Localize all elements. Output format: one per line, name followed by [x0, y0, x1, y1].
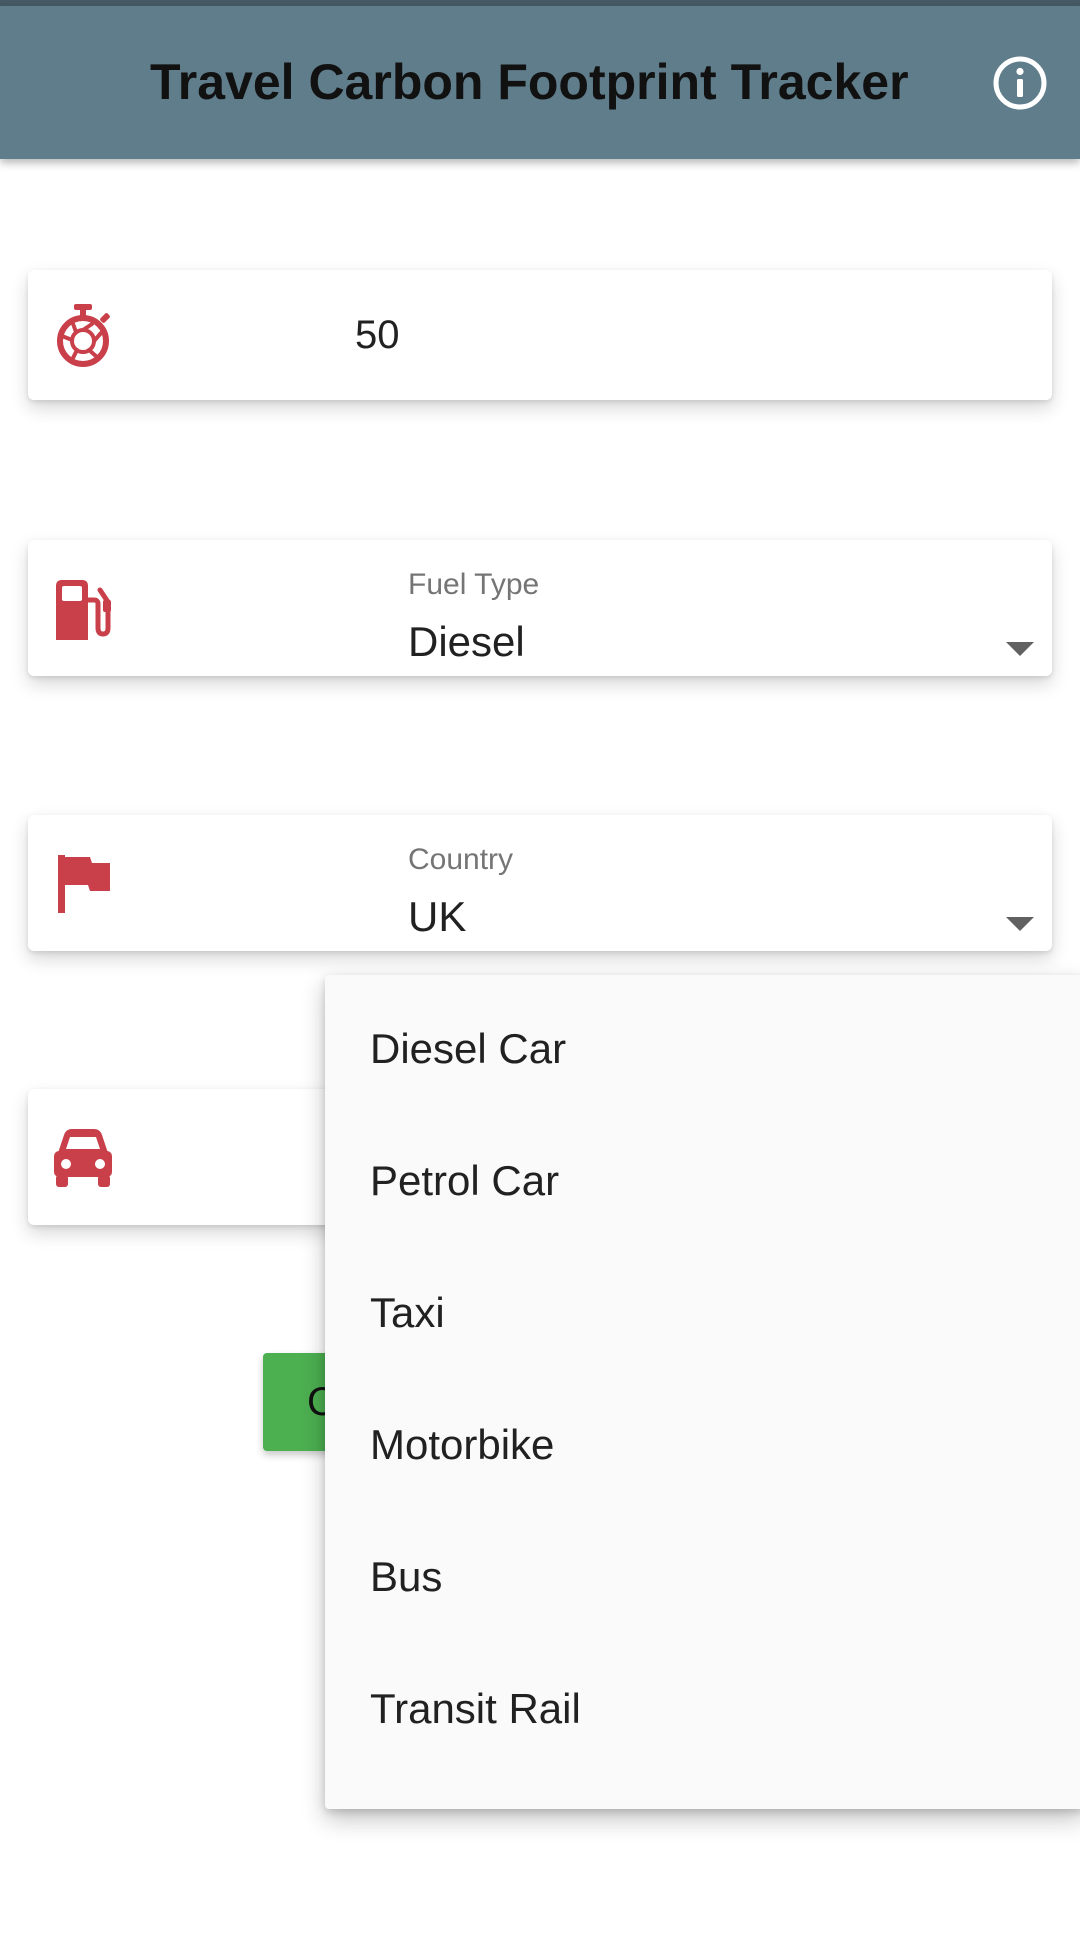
fuel-type-label: Fuel Type	[408, 568, 540, 601]
car-icon	[50, 1125, 116, 1191]
flag-icon	[50, 851, 116, 917]
fuel-type-select[interactable]: Fuel Type Diesel	[28, 540, 1052, 676]
menu-item-petrol-car[interactable]: Petrol Car	[325, 1115, 1080, 1247]
menu-item-diesel-car[interactable]: Diesel Car	[325, 983, 1080, 1115]
chevron-down-icon	[1006, 642, 1034, 656]
fuel-type-value: Diesel	[408, 618, 525, 665]
menu-item-taxi[interactable]: Taxi	[325, 1247, 1080, 1379]
vehicle-type-menu: Diesel Car Petrol Car Taxi Motorbike Bus…	[325, 975, 1080, 1809]
stopwatch-icon	[50, 302, 116, 368]
distance-field[interactable]: 50	[28, 270, 1052, 400]
info-icon[interactable]	[992, 55, 1048, 111]
menu-item-motorbike[interactable]: Motorbike	[325, 1379, 1080, 1511]
menu-item-bus[interactable]: Bus	[325, 1511, 1080, 1643]
country-select[interactable]: Country UK	[28, 815, 1052, 951]
chevron-down-icon	[1006, 917, 1034, 931]
country-label: Country	[408, 843, 514, 876]
distance-input[interactable]: 50	[355, 270, 400, 400]
app-bar: Travel Carbon Footprint Tracker	[0, 6, 1080, 159]
app-title: Travel Carbon Footprint Tracker	[150, 54, 909, 110]
fuel-pump-icon	[50, 576, 116, 642]
country-value: UK	[408, 893, 467, 940]
menu-item-transit-rail[interactable]: Transit Rail	[325, 1643, 1080, 1775]
